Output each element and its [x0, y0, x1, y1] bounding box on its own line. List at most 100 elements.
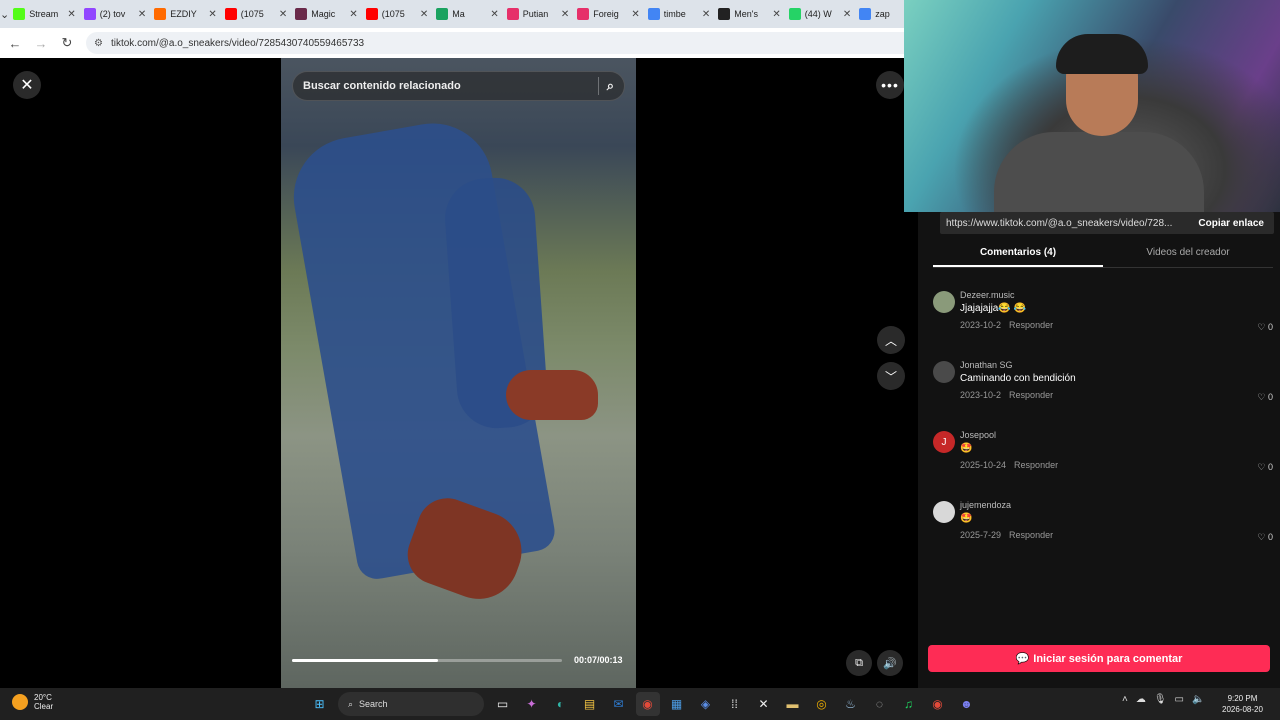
spotify-icon[interactable]: ♫: [897, 692, 921, 716]
comment-text: Jjajajajja😂 😂: [960, 303, 1027, 314]
related-search-input[interactable]: Buscar contenido relacionado ⌕: [292, 71, 625, 101]
comment-text: 🤩: [960, 443, 973, 454]
tiktok-video-page: ✕ Buscar contenido relacionado ⌕ ••• ︿ ﹀…: [0, 58, 918, 688]
heart-icon: ♡: [1257, 322, 1268, 332]
like-button[interactable]: ♡ 0: [1257, 392, 1273, 403]
obs-icon[interactable]: ◎: [810, 692, 834, 716]
video-progress-bar[interactable]: [292, 659, 562, 662]
like-count: 0: [1267, 462, 1273, 472]
chrome-icon[interactable]: ◉: [635, 692, 660, 716]
browser-tab[interactable]: Magic ✕: [291, 0, 362, 28]
system-clock[interactable]: 9:20 PM 2026-08-20: [1222, 693, 1263, 715]
browser-tab[interactable]: timbe ✕: [644, 0, 715, 28]
chevron-up-icon[interactable]: ˄: [1122, 694, 1128, 705]
task-view-icon[interactable]: ▭: [491, 692, 515, 716]
close-tab-icon[interactable]: ✕: [702, 9, 710, 20]
avatar[interactable]: [933, 501, 955, 523]
discord-icon[interactable]: ☻: [955, 692, 979, 716]
reply-button[interactable]: Responder: [1014, 460, 1058, 470]
like-button[interactable]: ♡ 0: [1257, 462, 1273, 473]
reload-icon[interactable]: ↻: [56, 32, 78, 54]
weather-widget[interactable]: 20°C Clear: [12, 693, 53, 711]
forward-arrow-icon[interactable]: →: [30, 32, 52, 54]
comment-username[interactable]: jujemendoza: [960, 500, 1011, 510]
close-tab-icon[interactable]: ✕: [772, 9, 780, 20]
back-arrow-icon[interactable]: ←: [4, 32, 26, 54]
app-icon[interactable]: ◌: [868, 692, 892, 716]
tab-search-chevron-icon[interactable]: ⌄: [0, 0, 9, 28]
browser-tab[interactable]: EZDIY ✕: [150, 0, 221, 28]
display-icon[interactable]: ▭: [1175, 694, 1184, 705]
steam-icon[interactable]: ♨: [839, 692, 863, 716]
video-frame-sandal: [506, 370, 598, 420]
chrome-icon[interactable]: ◉: [926, 692, 950, 716]
shop-icon: [506, 8, 519, 20]
comment-username[interactable]: Jonathan SG: [960, 360, 1013, 370]
browser-tab[interactable]: Foreig ✕: [573, 0, 644, 28]
tab-creator-videos[interactable]: Videos del creador: [1103, 242, 1273, 267]
site-settings-icon[interactable]: ⚙: [94, 38, 103, 49]
outlook-icon[interactable]: ✉: [607, 692, 631, 716]
browser-tab[interactable]: (44) W ✕: [785, 0, 856, 28]
edge-icon[interactable]: ◐: [549, 692, 573, 716]
reply-button[interactable]: Responder: [1009, 390, 1053, 400]
browser-tab[interactable]: (1075 ✕: [221, 0, 292, 28]
close-tab-icon[interactable]: ✕: [561, 9, 569, 20]
alien-icon: [718, 8, 731, 20]
comment-date: 2023-10-2: [960, 320, 1002, 330]
browser-tab[interactable]: Men's ✕: [714, 0, 785, 28]
previous-video-chevron-up-icon[interactable]: ︿: [877, 326, 905, 354]
close-tab-icon[interactable]: ✕: [67, 9, 75, 20]
apps-grid-icon[interactable]: ⁞⁞: [723, 692, 747, 716]
comment-username[interactable]: Dezeer.music: [960, 290, 1015, 300]
browser-tab[interactable]: (2) tov ✕: [80, 0, 151, 28]
close-tab-icon[interactable]: ✕: [279, 9, 287, 20]
browser-tab[interactable]: Ma ✕: [432, 0, 503, 28]
search-icon[interactable]: ⌕: [607, 78, 614, 94]
close-tab-icon[interactable]: ✕: [843, 9, 851, 20]
close-tab-icon[interactable]: ✕: [420, 9, 428, 20]
address-bar[interactable]: ⚙ tiktok.com/@a.o_sneakers/video/7285430…: [86, 32, 904, 54]
comment-username[interactable]: Josepool: [960, 430, 996, 440]
close-tab-icon[interactable]: ✕: [138, 9, 146, 20]
close-tab-icon[interactable]: ✕: [208, 9, 216, 20]
more-options-icon[interactable]: •••: [876, 71, 904, 99]
close-tab-icon[interactable]: ✕: [490, 9, 498, 20]
video-player[interactable]: [281, 58, 636, 688]
store-icon[interactable]: ▦: [665, 692, 689, 716]
next-video-chevron-down-icon[interactable]: ﹀: [877, 362, 905, 390]
picture-in-picture-icon[interactable]: ⧉: [846, 650, 872, 676]
taskbar-search[interactable]: ⌕ Search: [338, 692, 484, 716]
shop-icon: [577, 8, 590, 20]
heart-icon: ♡: [1257, 392, 1268, 402]
volume-icon[interactable]: 🔊: [877, 650, 903, 676]
clock-time: 9:20 PM: [1227, 694, 1258, 703]
avatar[interactable]: [933, 291, 955, 313]
browser-tab[interactable]: Stream ✕: [9, 0, 80, 28]
like-button[interactable]: ♡ 0: [1257, 322, 1273, 333]
browser-tab[interactable]: (1075 ✕: [362, 0, 433, 28]
close-tab-icon[interactable]: ✕: [349, 9, 357, 20]
copy-link-button[interactable]: Copiar enlace: [1188, 218, 1274, 229]
cloud-icon[interactable]: ☁: [1136, 694, 1146, 705]
login-button-label: Iniciar sesión para comentar: [1033, 652, 1183, 665]
vpn-icon[interactable]: ◈: [694, 692, 718, 716]
like-button[interactable]: ♡ 0: [1257, 532, 1273, 543]
microphone-icon[interactable]: 🎙: [1154, 694, 1167, 705]
notes-icon[interactable]: ▬: [781, 692, 805, 716]
login-to-comment-button[interactable]: 💬 Iniciar sesión para comentar: [928, 645, 1270, 672]
file-explorer-icon[interactable]: ▤: [578, 692, 602, 716]
close-icon[interactable]: ✕: [13, 71, 41, 99]
reply-button[interactable]: Responder: [1009, 530, 1053, 540]
reply-button[interactable]: Responder: [1009, 320, 1053, 330]
browser-tab[interactable]: Putian ✕: [503, 0, 574, 28]
comment-meta: 2023-10-2 Responder: [960, 390, 1061, 400]
close-tab-icon[interactable]: ✕: [631, 9, 639, 20]
avatar[interactable]: [933, 361, 955, 383]
capcut-icon[interactable]: ✕: [752, 692, 776, 716]
avatar[interactable]: J: [933, 431, 955, 453]
copilot-icon[interactable]: ✦: [520, 692, 544, 716]
tab-comments[interactable]: Comentarios (4): [933, 242, 1103, 267]
speaker-icon[interactable]: 🔈: [1192, 694, 1204, 705]
windows-start-icon[interactable]: ⊞: [308, 692, 332, 716]
